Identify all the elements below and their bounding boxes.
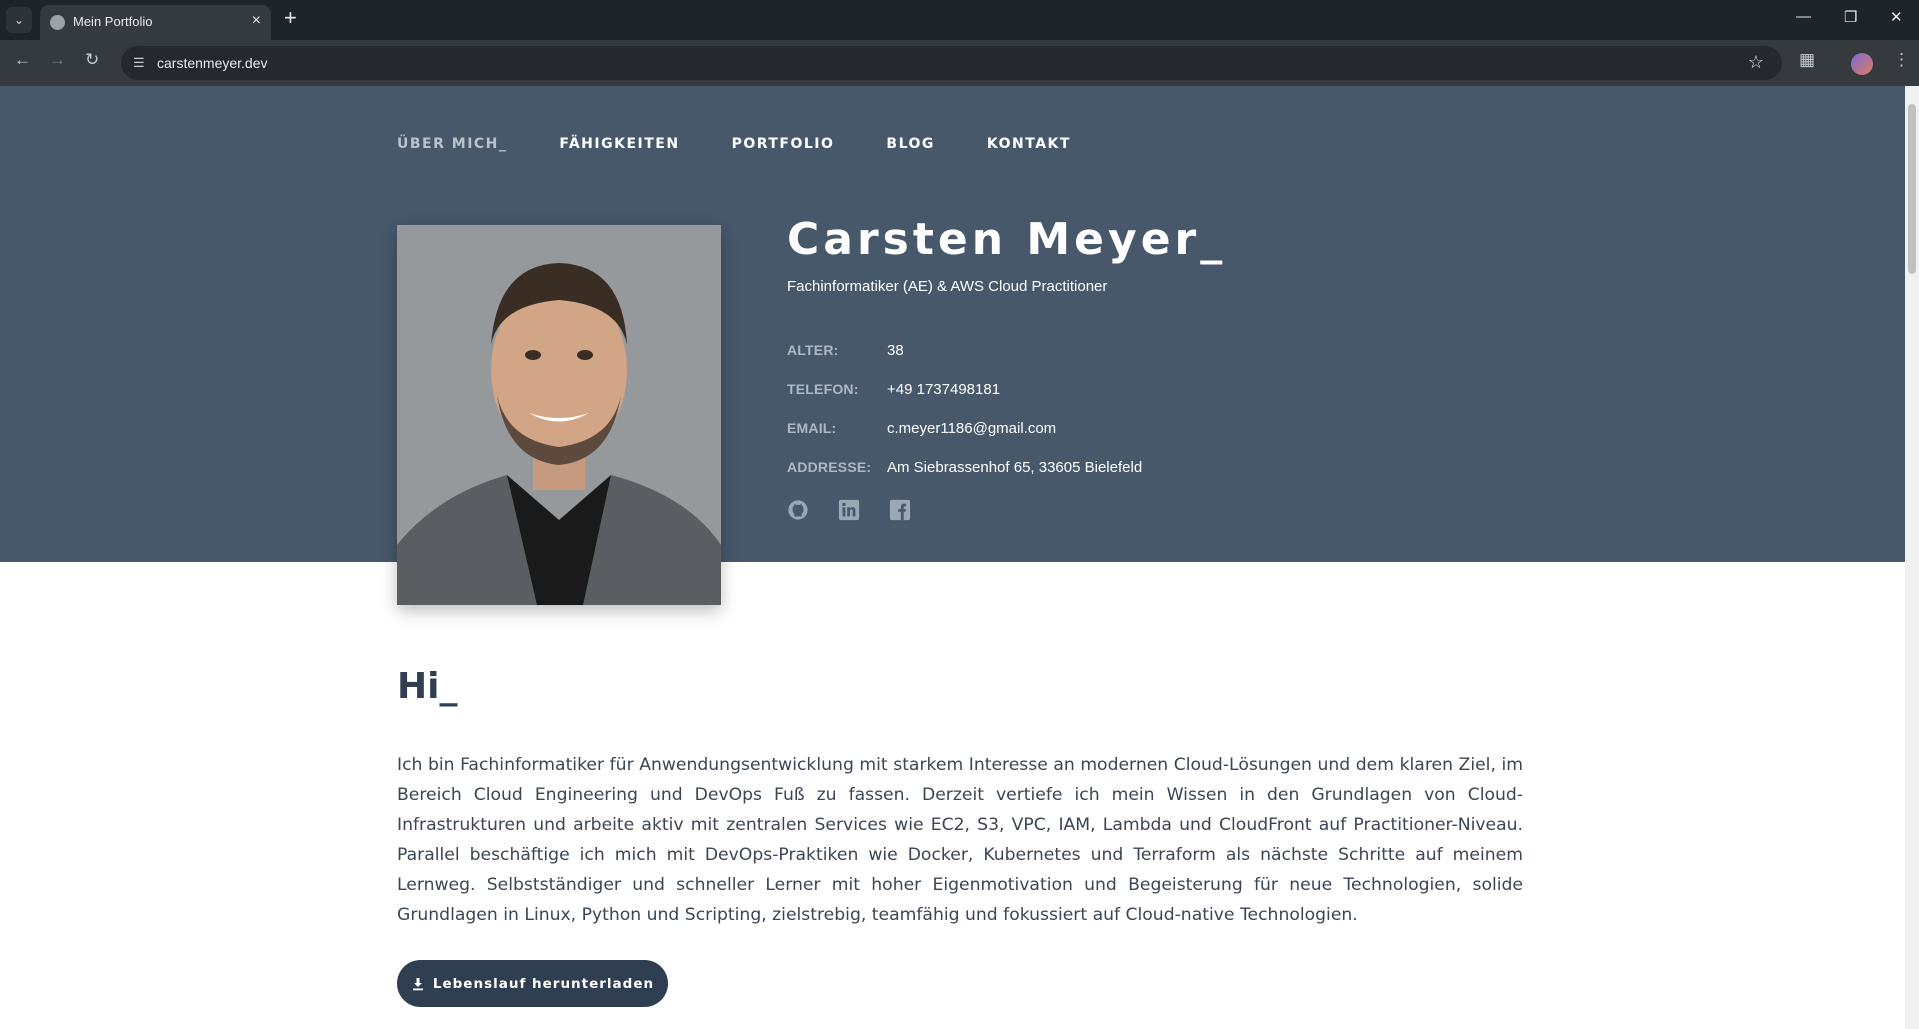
back-icon[interactable]: ←: [14, 50, 31, 70]
page-content: ÜBER MICH_ FÄHIGKEITEN PORTFOLIO BLOG KO…: [0, 86, 1905, 1029]
reload-icon[interactable]: ↻: [85, 50, 99, 70]
linkedin-icon[interactable]: [838, 499, 860, 521]
info-value[interactable]: +49 1737498181: [887, 381, 1000, 398]
url-text[interactable]: carstenmeyer.dev: [157, 55, 268, 71]
info-row-address: ADDRESSE: Am Siebrassenhof 65, 33605 Bie…: [787, 459, 1142, 498]
info-value: Am Siebrassenhof 65, 33605 Bielefeld: [887, 459, 1143, 476]
browser-tab[interactable]: Mein Portfolio ×: [40, 5, 271, 40]
info-value: 38: [887, 342, 904, 359]
tab-title: Mein Portfolio: [73, 14, 153, 29]
download-icon: [412, 977, 423, 990]
profile-info: ALTER: 38 TELEFON: +49 1737498181 EMAIL:…: [787, 342, 1142, 498]
nav-item-skills[interactable]: FÄHIGKEITEN: [559, 136, 679, 152]
info-label: EMAIL:: [787, 420, 837, 436]
tab-search-icon[interactable]: ⌄: [6, 7, 32, 33]
nav-item-about[interactable]: ÜBER MICH_: [397, 136, 507, 152]
info-value[interactable]: c.meyer1186@gmail.com: [887, 420, 1056, 437]
info-row-age: ALTER: 38: [787, 342, 1142, 381]
forward-icon[interactable]: →: [49, 50, 66, 70]
site-info-icon[interactable]: ☰: [133, 55, 149, 71]
info-row-email: EMAIL: c.meyer1186@gmail.com: [787, 420, 1142, 459]
info-row-phone: TELEFON: +49 1737498181: [787, 381, 1142, 420]
profile-photo: [397, 225, 721, 605]
bookmark-star-icon[interactable]: ☆: [1748, 52, 1764, 73]
info-label: ADDRESSE:: [787, 459, 872, 475]
new-tab-icon[interactable]: +: [284, 7, 297, 29]
main-nav: ÜBER MICH_ FÄHIGKEITEN PORTFOLIO BLOG KO…: [397, 136, 1123, 152]
info-label: TELEFON:: [787, 381, 859, 397]
nav-item-blog[interactable]: BLOG: [886, 136, 935, 152]
nav-item-portfolio[interactable]: PORTFOLIO: [732, 136, 835, 152]
about-heading: Hi_: [397, 666, 458, 707]
profile-name: Carsten Meyer_: [787, 214, 1227, 265]
download-cv-button[interactable]: Lebenslauf herunterladen: [397, 960, 668, 1007]
globe-icon: [50, 15, 65, 30]
browser-toolbar: ← → ↻ ☰ carstenmeyer.dev ☆ ▦ ⋮: [0, 40, 1919, 86]
menu-icon[interactable]: ⋮: [1893, 50, 1910, 70]
minimize-icon[interactable]: —: [1796, 8, 1811, 25]
github-icon[interactable]: [787, 499, 809, 521]
window-close-icon[interactable]: ✕: [1890, 8, 1903, 26]
close-tab-icon[interactable]: ×: [252, 12, 261, 30]
browser-tab-bar: ⌄ Mein Portfolio × + — ❐ ✕: [0, 0, 1919, 40]
extensions-icon[interactable]: ▦: [1799, 50, 1815, 70]
social-links: [787, 499, 911, 521]
about-text: Ich bin Fachinformatiker für Anwendungse…: [397, 755, 1523, 925]
restore-icon[interactable]: ❐: [1844, 8, 1857, 26]
address-bar[interactable]: ☰ carstenmeyer.dev ☆: [121, 46, 1782, 80]
nav-item-contact[interactable]: KONTAKT: [987, 136, 1071, 152]
profile-subtitle: Fachinformatiker (AE) & AWS Cloud Practi…: [787, 278, 1108, 295]
profile-avatar[interactable]: [1851, 53, 1873, 75]
info-label: ALTER:: [787, 342, 839, 358]
scrollbar-thumb[interactable]: [1908, 104, 1916, 274]
facebook-icon[interactable]: [889, 499, 911, 521]
download-cv-label: Lebenslauf herunterladen: [432, 975, 655, 992]
page-scrollbar[interactable]: [1905, 86, 1919, 1029]
